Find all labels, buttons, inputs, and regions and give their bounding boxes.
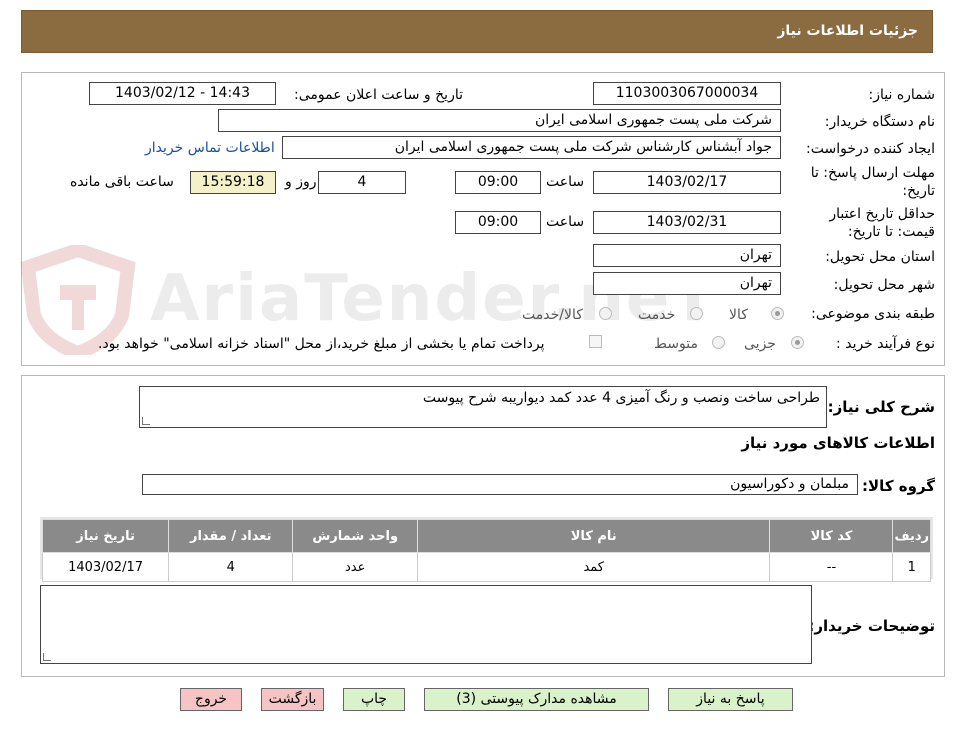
cell-date: 1403/02/17 [41, 552, 170, 582]
col-name: نام کالا [416, 519, 771, 553]
validity-label: حداقل تاریخ اعتبار [829, 206, 935, 222]
category-service-radio[interactable] [690, 307, 703, 320]
resize-grip-icon[interactable] [43, 653, 51, 661]
cell-code: -- [769, 552, 894, 582]
col-code: کد کالا [769, 519, 894, 553]
announce-date-label: تاریخ و ساعت اعلان عمومی: [294, 87, 463, 103]
back-button[interactable]: بازگشت [261, 688, 324, 711]
validity-label-2: قیمت: تا تاریخ: [847, 224, 935, 240]
category-both-label: کالا/خدمت [522, 307, 583, 323]
view-attachments-button[interactable]: مشاهده مدارک پیوستی (3) [424, 688, 649, 711]
cell-row: 1 [892, 552, 931, 582]
need-number-label: شماره نیاز: [868, 87, 936, 103]
validity-date-field: 1403/02/31 [593, 211, 781, 234]
deadline-time-field: 09:00 [455, 171, 541, 194]
cell-unit: عدد [292, 552, 418, 582]
validity-time-field: 09:00 [455, 211, 541, 234]
category-goods-label: کالا [729, 307, 748, 323]
summary-text: طراحی ساخت ونصب و رنگ آمیزی 4 عدد کمد دی… [422, 390, 820, 406]
process-minor-radio[interactable] [791, 336, 804, 349]
goods-group-field: مبلمان و دکوراسیون [142, 474, 858, 495]
goods-info-title: اطلاعات کالاهای مورد نیاز [741, 434, 935, 452]
buyer-notes-label: توضیحات خریدار: [808, 617, 935, 635]
days-label: روز و [285, 174, 317, 190]
summary-label: شرح کلی نیاز: [827, 398, 935, 416]
buyer-notes-textarea[interactable] [40, 585, 812, 664]
deadline-date-field: 1403/02/17 [593, 171, 781, 194]
col-unit: واحد شمارش [292, 519, 418, 553]
need-number-field: 1103003067000034 [593, 82, 781, 105]
col-row: ردیف [892, 519, 931, 553]
treasury-payment-checkbox[interactable] [589, 335, 602, 348]
items-table-container: ردیف کد کالا نام کالا واحد شمارش تعداد /… [40, 517, 933, 582]
remaining-days-field: 4 [318, 171, 406, 194]
cell-qty: 4 [168, 552, 294, 582]
province-field: تهران [593, 244, 781, 267]
page-title: جزئیات اطلاعات نیاز [777, 23, 918, 39]
goods-group-label: گروه کالا: [862, 477, 935, 495]
deadline-label: مهلت ارسال پاسخ: تا [810, 165, 935, 181]
reply-button[interactable]: پاسخ به نیاز [668, 688, 793, 711]
validity-time-label: ساعت [546, 214, 585, 230]
creator-field: جواد آبشناس کارشناس شرکت ملی پست جمهوری … [282, 136, 781, 159]
cell-name: کمد [416, 552, 771, 582]
buyer-contact-link[interactable]: اطلاعات تماس خریدار [145, 140, 275, 156]
treasury-payment-note: پرداخت تمام یا بخشی از مبلغ خرید،از محل … [98, 336, 545, 352]
announce-date-field: 1403/02/12 - 14:43 [89, 82, 276, 105]
summary-textarea: طراحی ساخت ونصب و رنگ آمیزی 4 عدد کمد دی… [139, 386, 827, 428]
category-both-radio[interactable] [599, 307, 612, 320]
category-label: طبقه بندی موضوعی: [811, 306, 935, 322]
print-button[interactable]: چاپ [343, 688, 405, 711]
process-label: نوع فرآیند خرید : [836, 336, 935, 352]
province-label: استان محل تحویل: [825, 249, 935, 265]
col-date: تاریخ نیاز [41, 519, 170, 553]
process-minor-label: جزیی [744, 336, 776, 352]
remaining-time-field: 15:59:18 [190, 171, 276, 194]
deadline-label-2: تاریخ: [902, 183, 935, 199]
buyer-name-field: شرکت ملی پست جمهوری اسلامی ایران [218, 109, 781, 132]
items-table: ردیف کد کالا نام کالا واحد شمارش تعداد /… [41, 519, 931, 582]
col-qty: تعداد / مقدار [168, 519, 294, 553]
process-medium-radio[interactable] [712, 336, 725, 349]
deadline-time-label: ساعت [546, 174, 585, 190]
city-field: تهران [593, 272, 781, 295]
table-row: 1 -- کمد عدد 4 1403/02/17 [41, 552, 931, 582]
page-header: جزئیات اطلاعات نیاز [21, 10, 933, 53]
buyer-name-label: نام دستگاه خریدار: [824, 114, 935, 130]
exit-button[interactable]: خروج [180, 688, 242, 711]
resize-grip-icon[interactable] [142, 417, 150, 425]
remaining-time-label: ساعت باقی مانده [70, 174, 174, 190]
category-service-label: خدمت [638, 307, 676, 323]
process-medium-label: متوسط [654, 336, 698, 352]
creator-label: ایجاد کننده درخواست: [806, 141, 935, 157]
city-label: شهر محل تحویل: [833, 277, 935, 293]
category-goods-radio[interactable] [771, 307, 784, 320]
